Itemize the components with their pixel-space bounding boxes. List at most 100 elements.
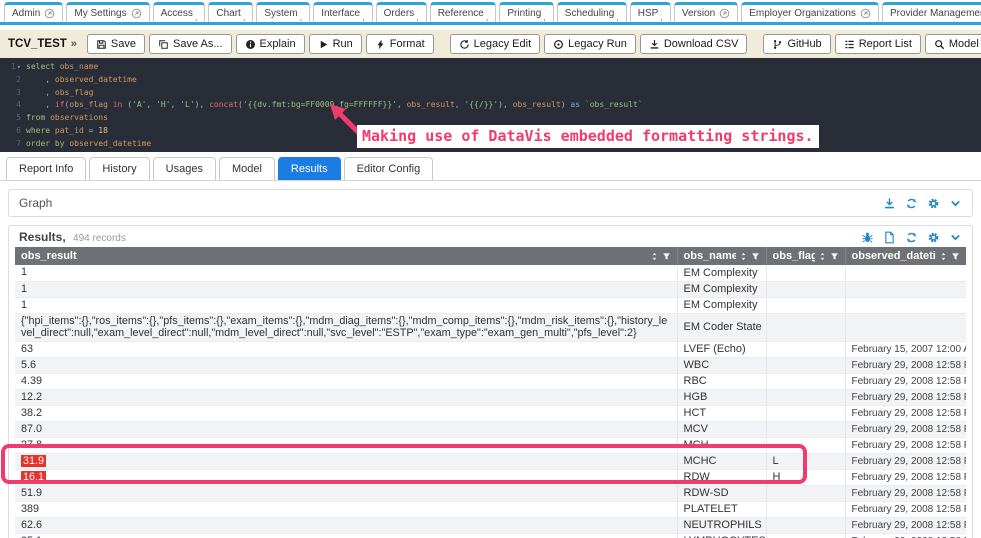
- chevron-down-icon[interactable]: [949, 231, 962, 244]
- tab-usages[interactable]: Usages: [153, 157, 216, 180]
- sort-icon[interactable]: [939, 252, 948, 261]
- tab-model[interactable]: Model: [219, 157, 275, 180]
- table-row[interactable]: 27.8MCHFebruary 29, 2008 12:58 PM: [15, 437, 966, 453]
- nav-tab-access[interactable]: Access,: [153, 2, 206, 22]
- funnel-icon[interactable]: [662, 252, 671, 261]
- sort-icon[interactable]: [650, 252, 659, 261]
- download-csv-button[interactable]: Download CSV: [640, 34, 748, 54]
- code-token: observed_datetime: [55, 75, 137, 84]
- nav-tab-system[interactable]: System,: [256, 2, 310, 22]
- nav-tab-printing[interactable]: Printing,: [499, 2, 553, 22]
- nav-tab-chart[interactable]: Chart,: [208, 2, 253, 22]
- cell-obs-name: HGB: [677, 389, 766, 405]
- cell-obs-name: HCT: [677, 405, 766, 421]
- sort-icon[interactable]: [739, 252, 748, 261]
- model-button[interactable]: Model: [925, 34, 981, 54]
- code-text: from observations: [26, 112, 108, 125]
- funnel-icon[interactable]: [830, 252, 839, 261]
- table-row[interactable]: 62.6NEUTROPHILSFebruary 29, 2008 12:58 P…: [15, 517, 966, 533]
- nav-tab-reference[interactable]: Reference,: [430, 2, 497, 22]
- table-row[interactable]: 51.9RDW-SDFebruary 29, 2008 12:58 PM: [15, 485, 966, 501]
- dropdown-indicator: ,: [243, 12, 246, 22]
- download-icon[interactable]: [883, 197, 896, 210]
- nav-tab-orders[interactable]: Orders,: [376, 2, 427, 22]
- cell-observed-datetime: February 29, 2008 12:58 PM: [845, 437, 966, 453]
- code-token: where: [26, 126, 50, 135]
- nav-tab-scheduling[interactable]: Scheduling,: [557, 2, 627, 22]
- format-button[interactable]: Format: [366, 34, 434, 54]
- gear-icon[interactable]: [927, 231, 940, 244]
- sort-icon[interactable]: [818, 252, 827, 261]
- report-toolbar: TCV_TEST » Save Save As... Explain Run Forma…: [0, 30, 981, 58]
- code-text: , obs_flag: [26, 87, 93, 100]
- table-row[interactable]: 63LVEF (Echo)February 15, 2007 12:00 AM: [15, 341, 966, 357]
- nav-tab-admin[interactable]: Admin: [4, 2, 63, 22]
- code-token: order by: [26, 139, 65, 148]
- cell-obs-flag: H: [766, 469, 845, 485]
- table-row[interactable]: 31.9MCHCLFebruary 29, 2008 12:58 PM: [15, 453, 966, 469]
- table-row[interactable]: 1EM Complexity: [15, 281, 966, 297]
- save-as-button[interactable]: Save As...: [149, 34, 232, 54]
- table-row[interactable]: 87.0MCVFebruary 29, 2008 12:58 PM: [15, 421, 966, 437]
- table-row[interactable]: 1EM Complexity: [15, 265, 966, 281]
- table-row[interactable]: 38.2HCTFebruary 29, 2008 12:58 PM: [15, 405, 966, 421]
- dropdown-indicator: ,: [195, 12, 198, 22]
- report-list-button[interactable]: Report List: [835, 34, 921, 54]
- table-row[interactable]: 389PLATELETFebruary 29, 2008 12:58 PM: [15, 501, 966, 517]
- table-row[interactable]: 1EM Complexity: [15, 297, 966, 313]
- model-button-label: Model: [949, 38, 979, 50]
- tab-results[interactable]: Results: [278, 157, 341, 180]
- cell-obs-result: 12.2: [15, 389, 677, 405]
- nav-tab-provider-management[interactable]: Provider Management: [882, 2, 981, 22]
- table-row[interactable]: {"hpi_items":{},"ros_items":{},"pfs_item…: [15, 313, 966, 341]
- report-name-chevron[interactable]: »: [71, 38, 77, 50]
- code-token: ),: [195, 100, 209, 109]
- table-row[interactable]: 25.1LYMPHOCYTESFebruary 29, 2008 12:58 P…: [15, 533, 966, 538]
- file-icon[interactable]: [883, 231, 896, 244]
- code-token: ,: [397, 100, 407, 109]
- line-number: 2: [0, 74, 26, 87]
- cell-obs-result: 1: [15, 281, 677, 297]
- save-as-button-label: Save As...: [173, 38, 223, 50]
- save-button[interactable]: Save: [87, 34, 145, 54]
- nav-tab-interface[interactable]: Interface,: [313, 2, 372, 22]
- tab-report-info[interactable]: Report Info: [6, 157, 86, 180]
- fold-caret-icon[interactable]: ▾: [17, 63, 21, 71]
- cell-observed-datetime: February 29, 2008 12:58 PM: [845, 405, 966, 421]
- tab-editor-config[interactable]: Editor Config: [344, 157, 434, 180]
- bug-icon[interactable]: [861, 231, 874, 244]
- table-row[interactable]: 4.39RBCFebruary 29, 2008 12:58 PM: [15, 373, 966, 389]
- explain-button[interactable]: Explain: [236, 34, 305, 54]
- nav-tab-hsp[interactable]: HSP,: [630, 2, 671, 22]
- code-token: 18: [98, 126, 108, 135]
- code-token: obs_name: [60, 62, 99, 71]
- nav-tab-version[interactable]: Version: [674, 2, 738, 22]
- cell-obs-result: {"hpi_items":{},"ros_items":{},"pfs_item…: [15, 313, 677, 341]
- table-row[interactable]: 16.1RDWHFebruary 29, 2008 12:58 PM: [15, 469, 966, 485]
- run-button-label: Run: [333, 38, 353, 50]
- table-row[interactable]: 5.6WBCFebruary 29, 2008 12:58 PM: [15, 357, 966, 373]
- nav-tab-label: Interface: [321, 8, 360, 19]
- chevron-down-icon[interactable]: [949, 197, 962, 210]
- cell-obs-result: 389: [15, 501, 677, 517]
- github-button[interactable]: GitHub: [763, 34, 830, 54]
- tab-history[interactable]: History: [89, 157, 149, 180]
- graph-panel-title: Graph: [19, 196, 883, 210]
- refresh-icon[interactable]: [905, 231, 918, 244]
- funnel-icon[interactable]: [751, 252, 760, 261]
- graph-panel: Graph: [8, 189, 973, 217]
- refresh-icon[interactable]: [905, 197, 918, 210]
- cell-obs-result: 25.1: [15, 533, 677, 538]
- table-row[interactable]: 12.2HGBFebruary 29, 2008 12:58 PM: [15, 389, 966, 405]
- report-name[interactable]: TCV_TEST: [8, 38, 67, 50]
- nav-tab-my-settings[interactable]: My Settings: [66, 2, 149, 22]
- legacy-run-button[interactable]: Legacy Run: [544, 34, 636, 54]
- gear-icon[interactable]: [927, 197, 940, 210]
- run-button[interactable]: Run: [309, 34, 362, 54]
- code-token: as: [570, 100, 580, 109]
- cell-obs-flag: [766, 265, 845, 281]
- nav-tab-employer-organizations[interactable]: Employer Organizations: [741, 2, 879, 22]
- legacy-edit-button[interactable]: Legacy Edit: [450, 34, 540, 54]
- cell-obs-flag: [766, 405, 845, 421]
- funnel-icon[interactable]: [951, 252, 960, 261]
